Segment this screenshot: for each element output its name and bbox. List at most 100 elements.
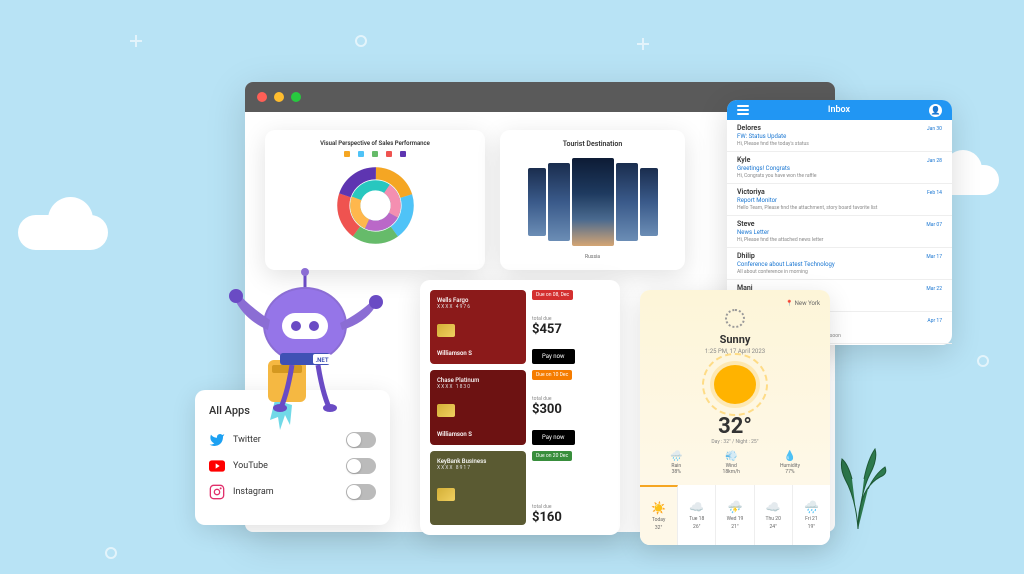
bill-amount: $457 xyxy=(532,322,610,337)
dial-icon xyxy=(725,309,745,328)
msg-preview: Hi, Please find the today's status xyxy=(737,141,942,147)
robot-mascot: .NET xyxy=(220,245,390,430)
bill-row: Wells FargoXXXX 4976Williamson S Due on 0… xyxy=(430,290,610,364)
inbox-message[interactable]: DhilipMar 17Conference about Latest Tech… xyxy=(727,248,952,280)
msg-date: Feb 14 xyxy=(927,190,942,196)
app-row: Instagram xyxy=(209,479,376,505)
stat-value: 38% xyxy=(672,469,681,475)
legend-swatch xyxy=(358,151,364,157)
inbox-message[interactable]: SteveMar 07News LetterHi, Please find th… xyxy=(727,216,952,248)
cloud-deco xyxy=(18,215,108,250)
svg-text:.NET: .NET xyxy=(315,357,328,364)
card-bank: Wells Fargo xyxy=(437,297,519,304)
msg-date: Mar 07 xyxy=(926,222,942,228)
legend-swatch xyxy=(400,151,406,157)
bill-amount: $300 xyxy=(532,402,610,417)
msg-sender: Delores xyxy=(737,124,761,132)
weather-daynight: Day : 32° / Night : 25° xyxy=(711,439,758,445)
app-row: Twitter xyxy=(209,427,376,453)
msg-subject: FW: Status Update xyxy=(737,133,942,140)
card-number: XXXX 8917 xyxy=(437,465,519,471)
twitter-icon xyxy=(209,432,225,448)
toggle-switch[interactable] xyxy=(346,432,376,448)
gallery-label: Russia xyxy=(585,254,600,260)
forecast-label: Wed 19 xyxy=(727,516,744,522)
forecast-day[interactable]: ☀️Today32° xyxy=(640,485,678,545)
credit-card[interactable]: KeyBank BusinessXXXX 8917 xyxy=(430,451,526,525)
gallery-thumb[interactable] xyxy=(640,168,658,236)
menu-icon[interactable] xyxy=(737,104,749,116)
toggle-switch[interactable] xyxy=(346,458,376,474)
pay-button[interactable]: Pay now xyxy=(532,349,575,364)
msg-sender: Victoriya xyxy=(737,188,765,196)
inbox-message[interactable]: KyleJan 28Greetings! CongratsHi, Congrat… xyxy=(727,152,952,184)
circle-deco xyxy=(355,35,367,47)
stat-icon: 💨 xyxy=(725,451,737,462)
card-holder: Williamson S xyxy=(437,350,519,357)
msg-subject: Greetings! Congrats xyxy=(737,165,942,172)
forecast-day[interactable]: ☁️Thu 2024° xyxy=(755,485,793,545)
due-tag: Due on 20 Dec xyxy=(532,451,572,461)
instagram-icon xyxy=(209,484,225,500)
stat-icon: 🌧️ xyxy=(670,451,682,462)
card-bank: KeyBank Business xyxy=(437,458,519,465)
forecast-temp: 32° xyxy=(655,525,663,531)
forecast-temp: 24° xyxy=(769,524,777,530)
inbox-message[interactable]: VictoriyaFeb 14Report MonitorHello Team,… xyxy=(727,184,952,216)
forecast-icon: ☀️ xyxy=(651,501,666,515)
app-row: YouTube xyxy=(209,453,376,479)
image-gallery[interactable] xyxy=(528,154,658,250)
forecast-icon: 🌧️ xyxy=(804,500,819,514)
forecast-label: Fri 21 xyxy=(805,516,817,522)
gallery-main[interactable] xyxy=(572,158,614,246)
forecast-day[interactable]: 🌧️Fri 2119° xyxy=(793,485,830,545)
circle-deco xyxy=(105,547,117,559)
legend-swatch xyxy=(344,151,350,157)
close-dot[interactable] xyxy=(257,92,267,102)
donut-chart xyxy=(333,163,418,248)
msg-date: Jan 28 xyxy=(927,158,942,164)
chart-legend xyxy=(344,151,406,157)
app-name: Instagram xyxy=(233,487,274,497)
tourist-card: Tourist Destination Russia xyxy=(500,130,685,270)
msg-date: Apr 17 xyxy=(927,318,942,324)
credit-card[interactable]: Wells FargoXXXX 4976Williamson S xyxy=(430,290,526,364)
toggle-switch[interactable] xyxy=(346,484,376,500)
app-name: YouTube xyxy=(233,461,268,471)
credit-card[interactable]: Chase PlatinumXXXX 1830Williamson S xyxy=(430,370,526,444)
gallery-thumb[interactable] xyxy=(528,168,546,236)
forecast-label: Thu 20 xyxy=(766,516,781,522)
weather-condition: Sunny xyxy=(720,333,751,346)
msg-date: Mar 22 xyxy=(926,286,942,292)
weather-location: 📍 New York xyxy=(786,300,820,307)
forecast-day[interactable]: ☁️Tue 1826° xyxy=(678,485,716,545)
forecast-day[interactable]: ⛈️Wed 1921° xyxy=(716,485,754,545)
gallery-thumb[interactable] xyxy=(548,163,570,241)
stat-value: 77% xyxy=(785,469,794,475)
msg-preview: All about conference in morning xyxy=(737,269,942,275)
legend-swatch xyxy=(372,151,378,157)
plant-deco xyxy=(830,439,890,529)
gallery-thumb[interactable] xyxy=(616,163,638,241)
bills-card: Wells FargoXXXX 4976Williamson S Due on 0… xyxy=(420,280,620,535)
tourist-title: Tourist Destination xyxy=(563,140,622,148)
inbox-title: Inbox xyxy=(828,105,850,115)
due-tag: Due on 08, Dec xyxy=(532,290,573,300)
chip-icon xyxy=(437,488,455,501)
stat-icon: 💧 xyxy=(784,451,796,462)
card-holder: Williamson S xyxy=(437,431,519,438)
avatar[interactable]: 👤 xyxy=(929,104,942,117)
forecast-row: ☀️Today32°☁️Tue 1826°⛈️Wed 1921°☁️Thu 20… xyxy=(640,485,830,545)
maximize-dot[interactable] xyxy=(291,92,301,102)
pay-button[interactable]: Pay now xyxy=(532,430,575,445)
bill-row: Chase PlatinumXXXX 1830Williamson SDue o… xyxy=(430,370,610,444)
minimize-dot[interactable] xyxy=(274,92,284,102)
inbox-header: Inbox 👤 xyxy=(727,100,952,120)
inbox-message[interactable]: DeloresJan 30FW: Status UpdateHi, Please… xyxy=(727,120,952,152)
forecast-temp: 21° xyxy=(731,524,739,530)
card-bank: Chase Platinum xyxy=(437,377,519,384)
weather-temp: 32° xyxy=(718,414,752,439)
weather-stat: 💨Wind18km/h xyxy=(723,451,740,475)
app-name: Twitter xyxy=(233,435,261,445)
msg-sender: Kyle xyxy=(737,156,750,164)
